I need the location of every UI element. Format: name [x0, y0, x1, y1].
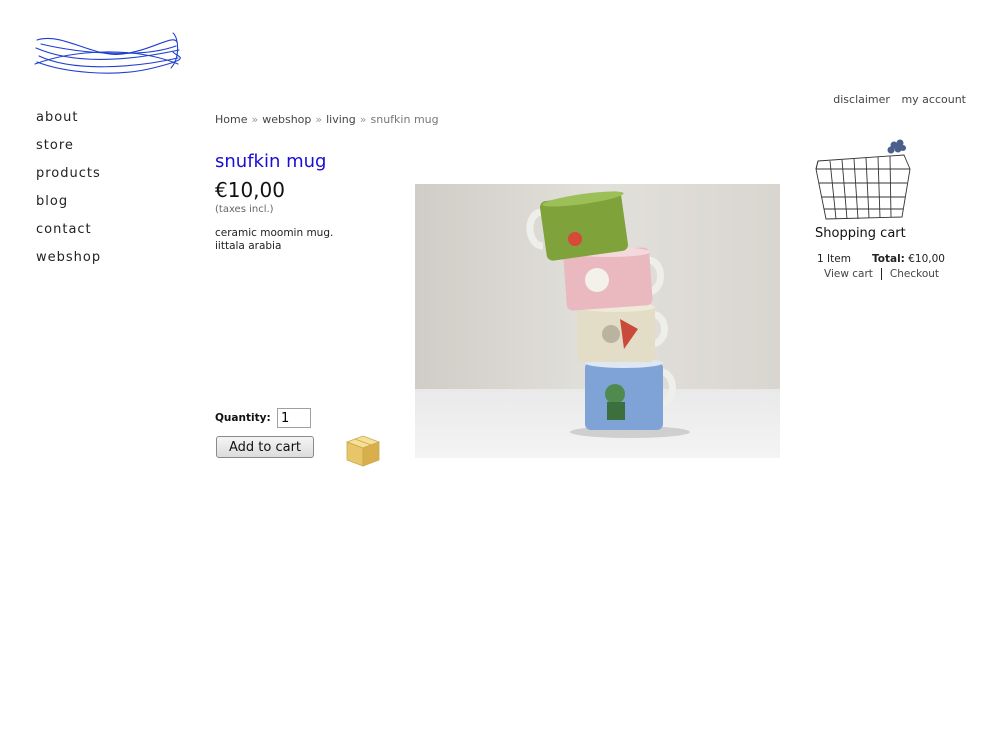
breadcrumb: Home» webshop» living» snufkin mug — [215, 113, 439, 126]
breadcrumb-separator: » — [359, 113, 367, 126]
shopping-cart-title: Shopping cart — [815, 226, 906, 241]
logo-scribble[interactable] — [33, 28, 181, 78]
cart-item-count: 1 Item — [817, 253, 851, 265]
nav-item-products[interactable]: products — [36, 160, 101, 188]
cart-links: View cart Checkout — [824, 268, 939, 280]
breadcrumb-separator: » — [251, 113, 259, 126]
product-price: €10,00 — [215, 178, 285, 202]
quantity-input[interactable] — [277, 408, 311, 428]
breadcrumb-living[interactable]: living — [326, 113, 356, 126]
cart-total-label: Total: — [872, 253, 905, 265]
product-photo[interactable] — [415, 184, 780, 458]
cart-total: Total: €10,00 — [872, 253, 945, 265]
add-to-cart-button[interactable]: Add to cart — [216, 436, 314, 458]
checkout-link[interactable]: Checkout — [890, 268, 939, 280]
wire-basket-icon[interactable] — [814, 139, 912, 223]
nav-item-store[interactable]: store — [36, 132, 101, 160]
main-nav: about store products blog contact websho… — [36, 104, 101, 272]
product-title: snufkin mug — [215, 151, 327, 172]
cart-total-value: €10,00 — [908, 253, 945, 265]
quantity-label: Quantity: — [215, 412, 271, 424]
box-icon — [345, 435, 381, 467]
my-account-link[interactable]: my account — [901, 93, 966, 106]
nav-item-about[interactable]: about — [36, 104, 101, 132]
breadcrumb-home[interactable]: Home — [215, 113, 247, 126]
description-line: iittala arabia — [215, 240, 282, 252]
nav-item-webshop[interactable]: webshop — [36, 244, 101, 272]
nav-item-contact[interactable]: contact — [36, 216, 101, 244]
breadcrumb-webshop[interactable]: webshop — [262, 113, 311, 126]
product-description: ceramic moomin mug. iittala arabia — [215, 227, 333, 253]
breadcrumb-separator: » — [315, 113, 323, 126]
breadcrumb-current: snufkin mug — [370, 113, 439, 126]
cart-links-divider — [880, 268, 882, 280]
nav-item-blog[interactable]: blog — [36, 188, 101, 216]
view-cart-link[interactable]: View cart — [824, 268, 873, 280]
top-links: disclaimer my account — [825, 93, 966, 106]
taxes-note: (taxes incl.) — [215, 204, 274, 215]
description-line: ceramic moomin mug. — [215, 227, 334, 239]
disclaimer-link[interactable]: disclaimer — [833, 93, 890, 106]
